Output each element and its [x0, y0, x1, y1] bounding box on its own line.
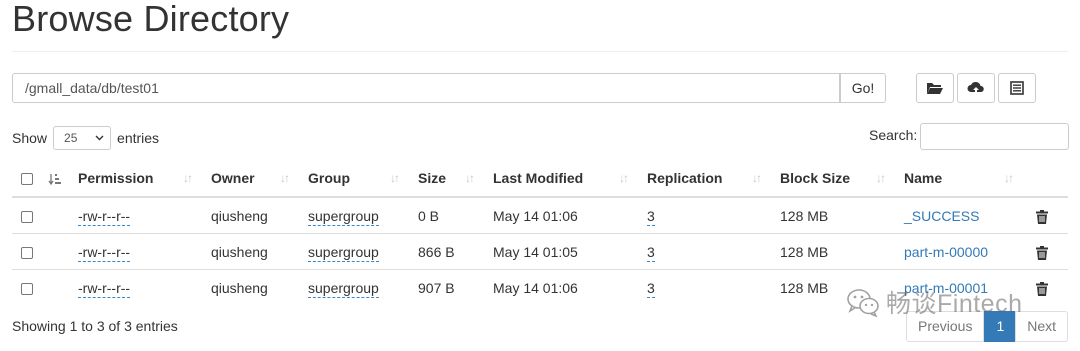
header-name[interactable]: Name ↓↑ — [904, 160, 1030, 198]
search-input[interactable] — [920, 123, 1069, 150]
modified-cell: May 14 01:06 — [493, 207, 578, 224]
block-size-cell: 128 MB — [780, 269, 904, 305]
entries-label: entries — [117, 130, 160, 146]
title-divider — [12, 51, 1068, 52]
size-cell: 907 B — [418, 269, 493, 305]
path-input[interactable]: /gmall_data/db/test01 — [12, 73, 840, 103]
table-row: -rw-r--r-- qiusheng supergroup 907 B May… — [12, 269, 1068, 305]
header-size[interactable]: Size ↓↑ — [418, 160, 493, 198]
show-label: Show — [12, 130, 48, 146]
list-view-button[interactable] — [998, 73, 1036, 103]
group-cell[interactable]: supergroup — [308, 279, 379, 298]
page-title: Browse Directory — [12, 0, 290, 39]
table-row: -rw-r--r-- qiusheng supergroup 866 B May… — [12, 233, 1068, 270]
header-replication[interactable]: Replication ↓↑ — [647, 160, 780, 198]
size-cell: 866 B — [418, 233, 493, 270]
group-cell[interactable]: supergroup — [308, 243, 379, 262]
sort-amount-icon — [48, 173, 61, 185]
replication-cell[interactable]: 3 — [647, 207, 655, 226]
sort-icon: ↓↑ — [465, 171, 475, 185]
row-checkbox[interactable] — [21, 282, 33, 295]
upload-button[interactable] — [957, 73, 995, 103]
file-name-link[interactable]: _SUCCESS — [904, 208, 979, 224]
sort-icon: ↓↑ — [390, 171, 400, 185]
replication-cell[interactable]: 3 — [647, 279, 655, 298]
owner-cell: qiusheng — [211, 233, 308, 270]
header-owner[interactable]: Owner ↓↑ — [211, 160, 308, 198]
file-name-link[interactable]: part-m-00001 — [904, 280, 988, 296]
header-label: Last Modified — [493, 170, 584, 186]
folder-open-icon — [927, 83, 943, 94]
trash-icon[interactable] — [1036, 245, 1048, 260]
sort-icon: ↓↑ — [619, 171, 629, 185]
page-1-button[interactable]: 1 — [984, 311, 1017, 342]
sort-icon: ↓↑ — [280, 171, 290, 185]
block-size-cell: 128 MB — [780, 207, 829, 224]
header-label: Owner — [211, 170, 255, 186]
row-checkbox[interactable] — [21, 246, 33, 259]
sort-icon: ↓↑ — [183, 171, 193, 185]
table-info: Showing 1 to 3 of 3 entries — [12, 318, 178, 334]
header-last-modified[interactable]: Last Modified ↓↑ — [493, 160, 647, 198]
permission-cell[interactable]: -rw-r--r-- — [78, 279, 131, 298]
header-group[interactable]: Group ↓↑ — [308, 160, 418, 198]
upload-icon — [967, 81, 984, 95]
header-label: Name — [904, 170, 943, 186]
row-checkbox[interactable] — [21, 210, 33, 223]
header-block-size[interactable]: Block Size ↓↑ — [780, 160, 904, 198]
sort-icon: ↓↑ — [1004, 171, 1014, 185]
permission-cell[interactable]: -rw-r--r-- — [78, 207, 131, 226]
header-label: Size — [418, 170, 447, 186]
header-label: Group — [308, 170, 350, 186]
owner-cell: qiusheng — [211, 269, 308, 305]
owner-cell: qiusheng — [211, 207, 268, 224]
pagination: Previous 1 Next — [906, 311, 1069, 342]
file-table: Permission ↓↑ Owner ↓↑ Group ↓↑ Size ↓↑ Last… — [12, 160, 1068, 305]
header-permission[interactable]: Permission ↓↑ — [78, 160, 211, 198]
size-cell: 0 B — [418, 207, 440, 224]
modified-cell: May 14 01:05 — [493, 233, 647, 270]
header-label: Permission — [78, 170, 154, 186]
search-label: Search: — [869, 127, 918, 143]
header-label: Replication — [647, 170, 723, 186]
group-cell[interactable]: supergroup — [308, 207, 379, 226]
sort-index-header[interactable] — [42, 160, 78, 198]
select-all-cell — [12, 160, 42, 198]
trash-icon[interactable] — [1036, 281, 1048, 296]
go-button[interactable]: Go! — [840, 73, 886, 103]
next-button[interactable]: Next — [1015, 311, 1069, 342]
table-header-row: Permission ↓↑ Owner ↓↑ Group ↓↑ Size ↓↑ Last… — [12, 160, 1068, 198]
previous-button[interactable]: Previous — [906, 311, 985, 342]
sort-icon: ↓↑ — [876, 171, 886, 185]
permission-cell[interactable]: -rw-r--r-- — [78, 243, 131, 262]
list-icon — [1010, 81, 1024, 95]
replication-cell[interactable]: 3 — [647, 243, 655, 262]
file-name-link[interactable]: part-m-00000 — [904, 244, 988, 260]
block-size-cell: 128 MB — [780, 233, 904, 270]
create-directory-button[interactable] — [916, 73, 954, 103]
header-label: Block Size — [780, 170, 851, 186]
entries-value: 25 — [64, 131, 78, 145]
modified-cell: May 14 01:06 — [493, 269, 647, 305]
page-length-control: Show 25 entries — [12, 126, 159, 150]
table-row: -rw-r--r-- qiusheng supergroup 0 B May 1… — [12, 197, 1068, 234]
select-all-checkbox[interactable] — [21, 173, 33, 186]
trash-icon[interactable] — [1036, 209, 1048, 224]
chevron-down-icon — [95, 135, 104, 141]
actions-header — [1030, 160, 1068, 198]
sort-icon: ↓↑ — [752, 171, 762, 185]
entries-select[interactable]: 25 — [53, 126, 112, 150]
